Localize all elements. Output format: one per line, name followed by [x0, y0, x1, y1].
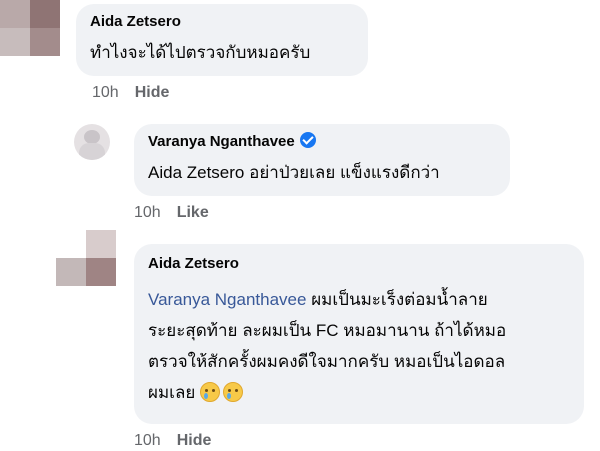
comment-line: ระยะสุดท้าย ละผมเป็น FC หมอมานาน ถ้าได้ห…	[148, 321, 507, 340]
comment-author[interactable]: Aida Zetsero	[90, 12, 354, 32]
hide-button[interactable]: Hide	[135, 84, 170, 101]
like-button[interactable]: Like	[177, 204, 209, 221]
crying-face-icon	[223, 382, 244, 402]
comment-bubble: Aida Zetsero ทำไงจะได้ไปตรวจกับหมอครับ	[76, 4, 368, 76]
comment-meta-2: 10h Hide	[134, 432, 211, 450]
mention-link[interactable]: Varanya Nganthavee	[148, 290, 306, 309]
comment-text: ทำไงจะได้ไปตรวจกับหมอครับ	[90, 43, 311, 62]
reply-author: Varanya Nganthavee	[148, 132, 496, 152]
comment-meta: 10h Hide	[92, 84, 169, 102]
comment-text-2: Varanya Nganthavee ผมเป็นมะเร็งต่อมน้ำลา…	[148, 284, 570, 408]
reply-author-name[interactable]: Varanya Nganthavee	[148, 133, 295, 150]
reply-timestamp[interactable]: 10h	[134, 204, 161, 221]
crying-face-icon	[200, 382, 221, 402]
hide-button[interactable]: Hide	[177, 432, 212, 449]
replier-avatar[interactable]	[74, 124, 110, 160]
comment-line: Varanya Nganthavee ผมเป็นมะเร็งต่อมน้ำลา…	[148, 290, 488, 309]
comment-bubble-2: Aida Zetsero Varanya Nganthavee ผมเป็นมะ…	[134, 244, 584, 424]
commenter-avatar-2[interactable]	[56, 230, 116, 286]
comment-timestamp[interactable]: 10h	[92, 84, 119, 101]
comment-timestamp-2[interactable]: 10h	[134, 432, 161, 449]
comment-line: ตรวจให้สักครั้งผมคงดีใจมากครับ หมอเป็นไอ…	[148, 352, 506, 371]
verified-badge-icon	[299, 132, 316, 148]
comment-author-2[interactable]: Aida Zetsero	[148, 254, 570, 274]
reply-bubble: Varanya Nganthavee Aida Zetsero อย่าป่วย…	[134, 124, 510, 196]
commenter-avatar[interactable]	[0, 0, 60, 56]
reply-text: Aida Zetsero อย่าป่วยเลย แข็งแรงดีกว่า	[148, 163, 440, 182]
reply-meta: 10h Like	[134, 204, 209, 222]
comment-line: ผมเลย	[148, 377, 570, 408]
